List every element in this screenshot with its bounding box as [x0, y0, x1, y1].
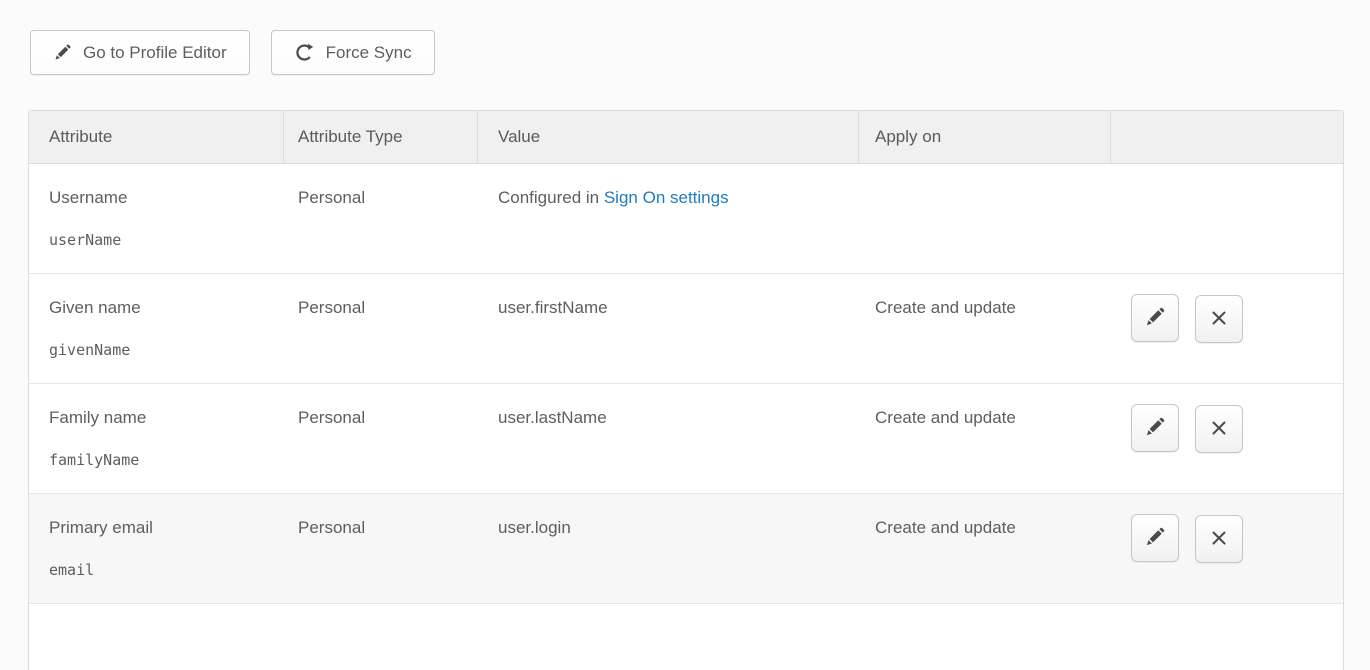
delete-attribute-button[interactable] [1195, 405, 1243, 453]
value-cell: user.login [478, 494, 859, 603]
table-row: Primary email emailPersonal user.login Crea… [29, 494, 1343, 604]
column-header-value: Value [478, 111, 859, 163]
go-to-profile-editor-button[interactable]: Go to Profile Editor [30, 30, 250, 75]
x-icon [1209, 528, 1229, 551]
x-icon [1209, 308, 1229, 331]
table-header: Attribute Attribute Type Value Apply on [29, 111, 1343, 164]
column-header-attribute-type: Attribute Type [284, 111, 478, 163]
attribute-cell: Username userName [29, 164, 284, 273]
attribute-variable-name: givenName [49, 340, 284, 360]
value-cell: Configured in Sign On settings [478, 164, 859, 273]
value-text: user.firstName [498, 298, 608, 317]
apply-on-cell [859, 164, 1111, 273]
delete-attribute-button[interactable] [1195, 515, 1243, 563]
attribute-label: Given name [49, 296, 284, 320]
refresh-icon [294, 42, 315, 63]
edit-attribute-button[interactable] [1131, 404, 1179, 452]
apply-on-cell: Create and update [859, 384, 1111, 493]
attribute-variable-name: userName [49, 230, 284, 250]
force-sync-button[interactable]: Force Sync [271, 30, 435, 75]
attribute-label: Username [49, 186, 284, 210]
button-label: Force Sync [326, 43, 412, 63]
toolbar: Go to Profile Editor Force Sync [30, 30, 456, 75]
attribute-type-cell: Personal [284, 274, 478, 383]
attribute-type-cell: Personal [284, 164, 478, 273]
table-row: UsernameuserNamePersonalConfigured in Si… [29, 164, 1343, 274]
edit-attribute-button[interactable] [1131, 294, 1179, 342]
delete-attribute-button[interactable] [1195, 295, 1243, 343]
pencil-icon [1144, 306, 1166, 331]
table-row: Family name familyNamePersonal user.lastNa… [29, 384, 1343, 494]
sign-on-settings-link[interactable]: Sign On settings [604, 188, 729, 207]
attribute-label: Primary email [49, 516, 284, 540]
button-label: Go to Profile Editor [83, 43, 227, 63]
row-actions [1111, 274, 1343, 383]
value-text: Configured in [498, 188, 604, 207]
row-actions [1111, 164, 1343, 273]
attribute-type-cell: Personal [284, 494, 478, 603]
pencil-icon [1144, 526, 1166, 551]
attribute-variable-name: email [49, 560, 284, 580]
column-header-attribute: Attribute [29, 111, 284, 163]
value-cell: user.lastName [478, 384, 859, 493]
value-text: user.login [498, 518, 571, 537]
empty-row [29, 604, 1343, 664]
table-body: UsernameuserNamePersonalConfigured in Si… [29, 164, 1343, 664]
attribute-type-cell: Personal [284, 384, 478, 493]
attribute-label: Family name [49, 406, 284, 430]
column-header-apply-on: Apply on [859, 111, 1111, 163]
attribute-cell: Primary email email [29, 494, 284, 603]
row-actions [1111, 494, 1343, 603]
apply-on-cell: Create and update [859, 494, 1111, 603]
row-actions [1111, 384, 1343, 493]
x-icon [1209, 418, 1229, 441]
attribute-cell: Family name familyName [29, 384, 284, 493]
table-row: Given name givenNamePersonal user.firstNam… [29, 274, 1343, 384]
pencil-icon [1144, 416, 1166, 441]
apply-on-cell: Create and update [859, 274, 1111, 383]
edit-attribute-button[interactable] [1131, 514, 1179, 562]
value-text: user.lastName [498, 408, 607, 427]
value-cell: user.firstName [478, 274, 859, 383]
attribute-cell: Given name givenName [29, 274, 284, 383]
attribute-mappings-table: Attribute Attribute Type Value Apply on … [28, 110, 1344, 670]
column-header-actions [1111, 111, 1343, 163]
attribute-variable-name: familyName [49, 450, 284, 470]
pencil-icon [53, 43, 72, 62]
